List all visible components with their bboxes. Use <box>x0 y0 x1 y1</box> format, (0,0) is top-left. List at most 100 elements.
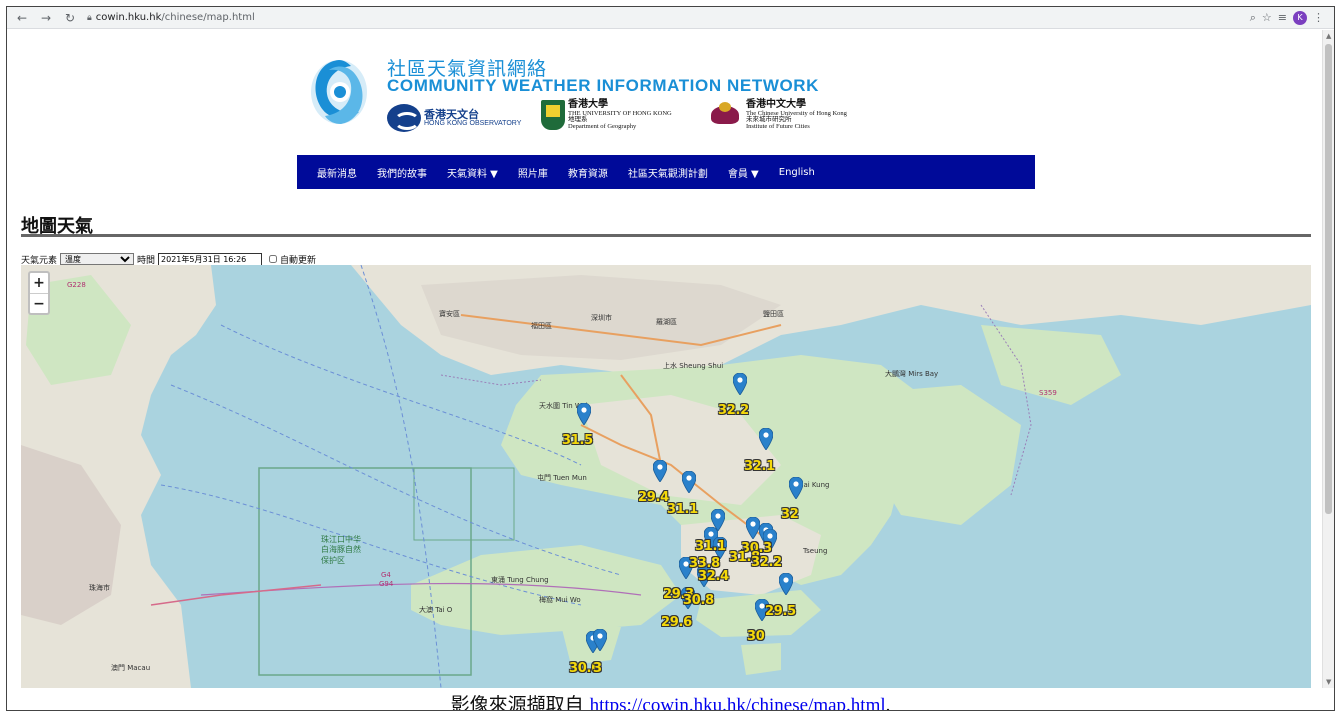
scroll-thumb[interactable] <box>1325 44 1332 514</box>
station-temperature-label: 32.2 <box>718 403 749 418</box>
station-marker-icon[interactable] <box>789 477 803 499</box>
map-label-yantian: 鹽田區 <box>763 310 784 318</box>
menu-item-education[interactable]: 教育資源 <box>558 165 618 180</box>
station-temperature-label: 32 <box>781 507 799 522</box>
map-label-g228: G228 <box>67 281 86 289</box>
hku-crest-icon <box>541 100 565 131</box>
caption-link[interactable]: https://cowin.hku.hk/chinese/map.html <box>590 695 886 710</box>
page-scrollbar[interactable]: ▲ ▼ <box>1322 30 1334 688</box>
partner-hku[interactable]: 香港大學 THE UNIVERSITY OF HONG KONG 地理系 Dep… <box>541 99 672 131</box>
station-temperature-label: 29.6 <box>661 615 692 630</box>
url-path: /chinese/map.html <box>161 12 255 23</box>
station-temperature-label: 32.4 <box>698 569 729 584</box>
partner-hko-zh: 香港天文台 <box>424 107 479 121</box>
scroll-up-icon[interactable]: ▲ <box>1326 32 1331 40</box>
time-input[interactable] <box>158 252 263 266</box>
station-marker-icon[interactable] <box>593 629 607 651</box>
station-temperature-label: 32.2 <box>751 555 782 570</box>
station-temperature-label: 31.5 <box>562 433 593 448</box>
map-label-mirs-bay: 大鵬灣 Mirs Bay <box>885 370 939 378</box>
station-marker-icon[interactable] <box>682 471 696 493</box>
bookmark-star-icon[interactable]: ☆ <box>1262 11 1272 24</box>
reading-list-icon[interactable]: ≡ <box>1278 11 1287 24</box>
map-label-tung-chung: 東涌 Tung Chung <box>491 576 549 584</box>
station-temperature-label: 31.1 <box>695 539 726 554</box>
station-temperature-label: 30.8 <box>683 593 714 608</box>
partner-hko-en: HONG KONG OBSERVATORY <box>424 120 522 128</box>
station-temperature-label: 29.5 <box>765 604 796 619</box>
time-label: 時間 <box>137 255 156 266</box>
title-divider <box>21 234 1311 237</box>
caption-text: 影像來源擷取自 <box>450 695 584 711</box>
site-banner: 社區天氣資訊網絡 COMMUNITY WEATHER INFORMATION N… <box>305 52 885 144</box>
back-icon[interactable]: ← <box>13 9 31 27</box>
caption-trail: . <box>885 695 891 711</box>
station-temperature-label: 3 <box>593 661 602 676</box>
map-label-s359: S359 <box>1039 389 1057 397</box>
map-controls: 天氣元素 溫度 時間 自動更新 <box>21 252 316 266</box>
station-temperature-label: 32.1 <box>744 459 775 474</box>
site-title-en: COMMUNITY WEATHER INFORMATION NETWORK <box>387 76 820 95</box>
station-temperature-label: 30 <box>747 629 765 644</box>
menu-item-members[interactable]: 會員 ▼ <box>718 165 769 180</box>
partner-hku-zh: 香港大學 <box>568 99 608 110</box>
map-label-macau: 澳門 Macau <box>111 664 151 672</box>
hko-logo-icon <box>387 104 421 132</box>
profile-avatar[interactable]: K <box>1293 10 1307 25</box>
scroll-down-icon[interactable]: ▼ <box>1326 678 1331 686</box>
menu-item-gallery[interactable]: 照片庫 <box>508 165 558 180</box>
map-label-futian: 福田區 <box>531 322 552 330</box>
zoom-out-button[interactable]: − <box>30 293 48 313</box>
station-marker-icon[interactable] <box>759 428 773 450</box>
station-marker-icon[interactable] <box>746 517 760 539</box>
map-label-baoan: 寶安區 <box>439 310 460 318</box>
url-host: cowin.hku.hk <box>95 12 162 23</box>
menu-item-news[interactable]: 最新消息 <box>307 165 367 180</box>
station-temperature-label: 29.4 <box>638 490 669 505</box>
auto-refresh-label[interactable]: 自動更新 <box>280 253 316 266</box>
map-label-g4: G4 <box>381 571 391 579</box>
auto-refresh-checkbox[interactable] <box>269 255 278 263</box>
cuhk-crest-icon <box>707 100 743 130</box>
map-label-luohu: 羅湖區 <box>656 318 677 326</box>
map-label-sai-kung: Sai Kung <box>799 481 830 489</box>
browser-toolbar: ← → ↻ 🔒︎ cowin.hku.hk /chinese/map.html … <box>7 7 1334 29</box>
partner-cuhk[interactable]: 香港中文大學 The Chinese University of Hong Ko… <box>707 99 847 131</box>
station-marker-icon[interactable] <box>733 373 747 395</box>
map-label-tai-o: 大澳 Tai O <box>419 606 453 614</box>
address-bar[interactable]: 🔒︎ cowin.hku.hk /chinese/map.html <box>87 10 1242 26</box>
station-marker-icon[interactable] <box>779 573 793 595</box>
cowin-logo <box>311 60 367 124</box>
partner-hko[interactable]: 香港天文台 HONG KONG OBSERVATORY <box>387 104 521 132</box>
forward-icon[interactable]: → <box>37 9 55 27</box>
menu-item-weather-data[interactable]: 天氣資料 ▼ <box>437 165 508 180</box>
partner-cuhk-zh: 香港中文大學 <box>746 99 806 110</box>
menu-item-story[interactable]: 我們的故事 <box>367 165 437 180</box>
element-label: 天氣元素 <box>21 255 58 266</box>
partner-cuhk-en2: Institute of Future Cities <box>746 123 810 131</box>
zoom-control: + − <box>28 271 50 315</box>
weather-map[interactable]: + − 澳門 Macau 珠海市 屯門 Tuen Mun 東涌 Tung Chu… <box>21 265 1311 688</box>
map-label-reserve: 珠江口中华白海豚自然保护区 <box>321 535 361 565</box>
reload-icon[interactable]: ↻ <box>61 9 79 27</box>
zoom-in-button[interactable]: + <box>30 273 48 293</box>
partner-hku-en2: Department of Geography <box>568 123 637 131</box>
zoom-lens-icon[interactable]: ⌕ <box>1250 11 1256 25</box>
map-label-mui-wo: 梅窩 Mui Wo <box>539 596 581 604</box>
station-marker-icon[interactable] <box>577 403 591 425</box>
menu-item-observation-program[interactable]: 社區天氣觀測計劃 <box>618 165 718 180</box>
page-viewport: 社區天氣資訊網絡 COMMUNITY WEATHER INFORMATION N… <box>7 30 1324 688</box>
lock-icon: 🔒︎ <box>87 12 92 23</box>
map-label-tseung: Tseung <box>803 547 828 555</box>
map-label-g94: G94 <box>379 580 394 588</box>
screenshot-frame: ← → ↻ 🔒︎ cowin.hku.hk /chinese/map.html … <box>6 6 1335 711</box>
main-menu: 最新消息 我們的故事 天氣資料 ▼ 照片庫 教育資源 社區天氣觀測計劃 會員 ▼… <box>297 155 1035 189</box>
element-select[interactable]: 溫度 <box>60 253 135 265</box>
station-marker-icon[interactable] <box>653 460 667 482</box>
map-label-zhuhai: 珠海市 <box>89 584 110 592</box>
map-label-shenzhen: 深圳市 <box>591 314 612 322</box>
menu-item-english[interactable]: English <box>769 167 825 178</box>
station-temperature-label: 31.1 <box>667 502 698 517</box>
browser-menu-icon[interactable]: ⋮ <box>1313 11 1324 24</box>
map-label-sheung-shui: 上水 Sheung Shui <box>663 362 724 370</box>
